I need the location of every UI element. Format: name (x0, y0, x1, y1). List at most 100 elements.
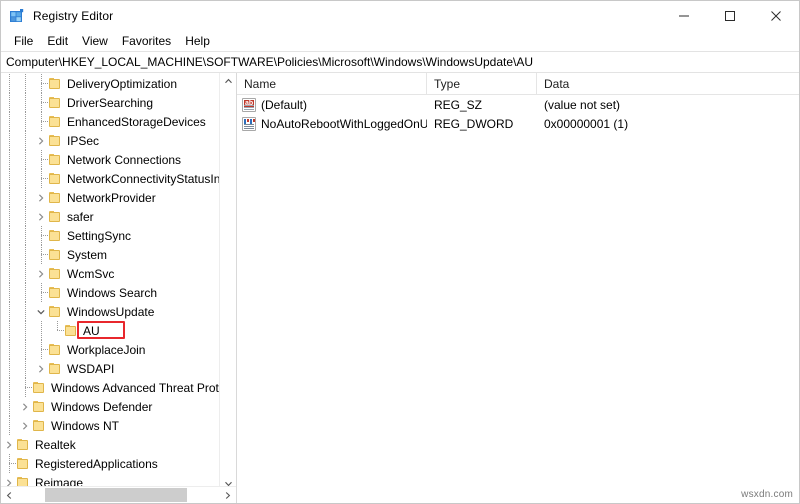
tree-item-wsdapi[interactable]: WSDAPI (1, 359, 219, 378)
tree-item-settingsync[interactable]: SettingSync (1, 226, 219, 245)
maximize-icon[interactable] (707, 1, 753, 31)
tree-guide (1, 378, 17, 397)
tree-item-driversearching[interactable]: DriverSearching (1, 93, 219, 112)
column-header-label: Name (244, 76, 277, 91)
chevron-right-icon[interactable] (17, 416, 33, 435)
chevron-left-icon[interactable] (1, 487, 18, 504)
tree-guide (1, 302, 17, 321)
tree-item-network-connections[interactable]: Network Connections (1, 150, 219, 169)
tree-guide (1, 169, 17, 188)
tree-item-networkprovider[interactable]: NetworkProvider (1, 188, 219, 207)
tree-guide (17, 321, 33, 340)
tree-item-label: Windows Search (67, 285, 158, 300)
values-column-header: Name Type Data (237, 73, 799, 95)
column-header-label: Type (434, 76, 461, 91)
tree-item-label: WindowsUpdate (67, 304, 155, 319)
chevron-right-icon[interactable] (33, 188, 49, 207)
value-data-cell: (value not set) (537, 95, 797, 114)
tree-item-system[interactable]: System (1, 245, 219, 264)
tree-item-enhancedstoragedevices[interactable]: EnhancedStorageDevices (1, 112, 219, 131)
tree-item-safer[interactable]: safer (1, 207, 219, 226)
tree-guide (33, 112, 49, 131)
value-row[interactable]: ab (Default) REG_SZ (value not set) (237, 95, 799, 114)
tree-item-windows-search[interactable]: Windows Search (1, 283, 219, 302)
tree-item-windowsupdate[interactable]: WindowsUpdate (1, 302, 219, 321)
value-name: (Default) (261, 97, 308, 112)
tree-guide (1, 264, 17, 283)
value-type-cell: REG_DWORD (427, 114, 537, 133)
tree-item-registeredapplications[interactable]: RegisteredApplications (1, 454, 219, 473)
tree-horizontal-scrollbar[interactable] (1, 486, 236, 503)
tree-item-windows-advanced-threat-prote[interactable]: Windows Advanced Threat Prote (1, 378, 219, 397)
folder-icon (33, 381, 46, 394)
tree-item-windows-nt[interactable]: Windows NT (1, 416, 219, 435)
value-type: REG_SZ (434, 97, 483, 112)
value-type-cell: REG_SZ (427, 95, 537, 114)
folder-icon (49, 134, 62, 147)
folder-icon (49, 191, 62, 204)
value-row[interactable]: NoAutoRebootWithLoggedOnU… REG_DWORD 0x000… (237, 114, 799, 133)
tree-guide (33, 74, 49, 93)
chevron-right-icon[interactable] (33, 264, 49, 283)
menu-item-favorites[interactable]: Favorites (115, 32, 178, 50)
chevron-right-icon[interactable] (1, 435, 17, 454)
tree-guide (33, 226, 49, 245)
chevron-right-icon[interactable] (219, 487, 236, 504)
tree-item-realtek[interactable]: Realtek (1, 435, 219, 454)
tree-hscroll-track[interactable] (18, 487, 219, 504)
folder-icon (49, 172, 62, 185)
tree-guide (17, 378, 33, 397)
folder-icon (33, 400, 46, 413)
chevron-right-icon[interactable] (17, 397, 33, 416)
chevron-up-icon[interactable] (220, 73, 236, 90)
tree-item-au[interactable]: AU (1, 321, 219, 340)
tree-guide (1, 112, 17, 131)
menu-item-edit[interactable]: Edit (40, 32, 75, 50)
tree-item-label: Windows Advanced Threat Prote (51, 380, 219, 395)
menu-item-help[interactable]: Help (178, 32, 217, 50)
tree-item-label: NetworkConnectivityStatusInd (67, 171, 219, 186)
tree-hscroll-thumb[interactable] (45, 487, 187, 502)
folder-icon (49, 153, 62, 166)
tree-guide (17, 150, 33, 169)
tree-guide (33, 245, 49, 264)
chevron-right-icon[interactable] (33, 131, 49, 150)
tree-item-workplacejoin[interactable]: WorkplaceJoin (1, 340, 219, 359)
tree-item-label: DriverSearching (67, 95, 154, 110)
tree-item-label: RegisteredApplications (35, 456, 158, 471)
tree-item-windows-defender[interactable]: Windows Defender (1, 397, 219, 416)
column-header-name[interactable]: Name (237, 73, 427, 94)
registry-values-pane: Name Type Data ab (Default) REG_SZ (value not… (237, 73, 799, 503)
tree-item-deliveryoptimization[interactable]: DeliveryOptimization (1, 74, 219, 93)
chevron-right-icon[interactable] (33, 207, 49, 226)
folder-icon (49, 115, 62, 128)
folder-icon (49, 267, 62, 280)
tree-guide (49, 321, 65, 340)
tree-guide (17, 188, 33, 207)
tree-item-wcmsvc[interactable]: WcmSvc (1, 264, 219, 283)
folder-icon (65, 324, 78, 337)
tree-guide (17, 169, 33, 188)
tree-item-label: WorkplaceJoin (67, 342, 146, 357)
tree-vertical-scrollbar[interactable] (219, 73, 236, 492)
address-bar[interactable]: Computer\HKEY_LOCAL_MACHINE\SOFTWARE\Pol… (1, 51, 799, 73)
tree-guide (1, 283, 17, 302)
value-name-cell: ab (Default) (237, 95, 427, 114)
tree-guide (33, 283, 49, 302)
folder-icon (49, 286, 62, 299)
tree-guide (17, 340, 33, 359)
column-header-data[interactable]: Data (537, 73, 797, 94)
chevron-right-icon[interactable] (33, 359, 49, 378)
chevron-down-icon[interactable] (33, 302, 49, 321)
column-header-type[interactable]: Type (427, 73, 537, 94)
tree-item-ipsec[interactable]: IPSec (1, 131, 219, 150)
close-icon[interactable] (753, 1, 799, 31)
menu-bar: File Edit View Favorites Help (1, 31, 799, 51)
tree-item-label: Network Connections (67, 152, 182, 167)
folder-icon (49, 229, 62, 242)
minimize-icon[interactable] (661, 1, 707, 31)
tree-item-networkconnectivitystatusind[interactable]: NetworkConnectivityStatusInd (1, 169, 219, 188)
menu-item-file[interactable]: File (7, 32, 40, 50)
tree-vscroll-track[interactable] (220, 90, 236, 475)
menu-item-view[interactable]: View (75, 32, 115, 50)
